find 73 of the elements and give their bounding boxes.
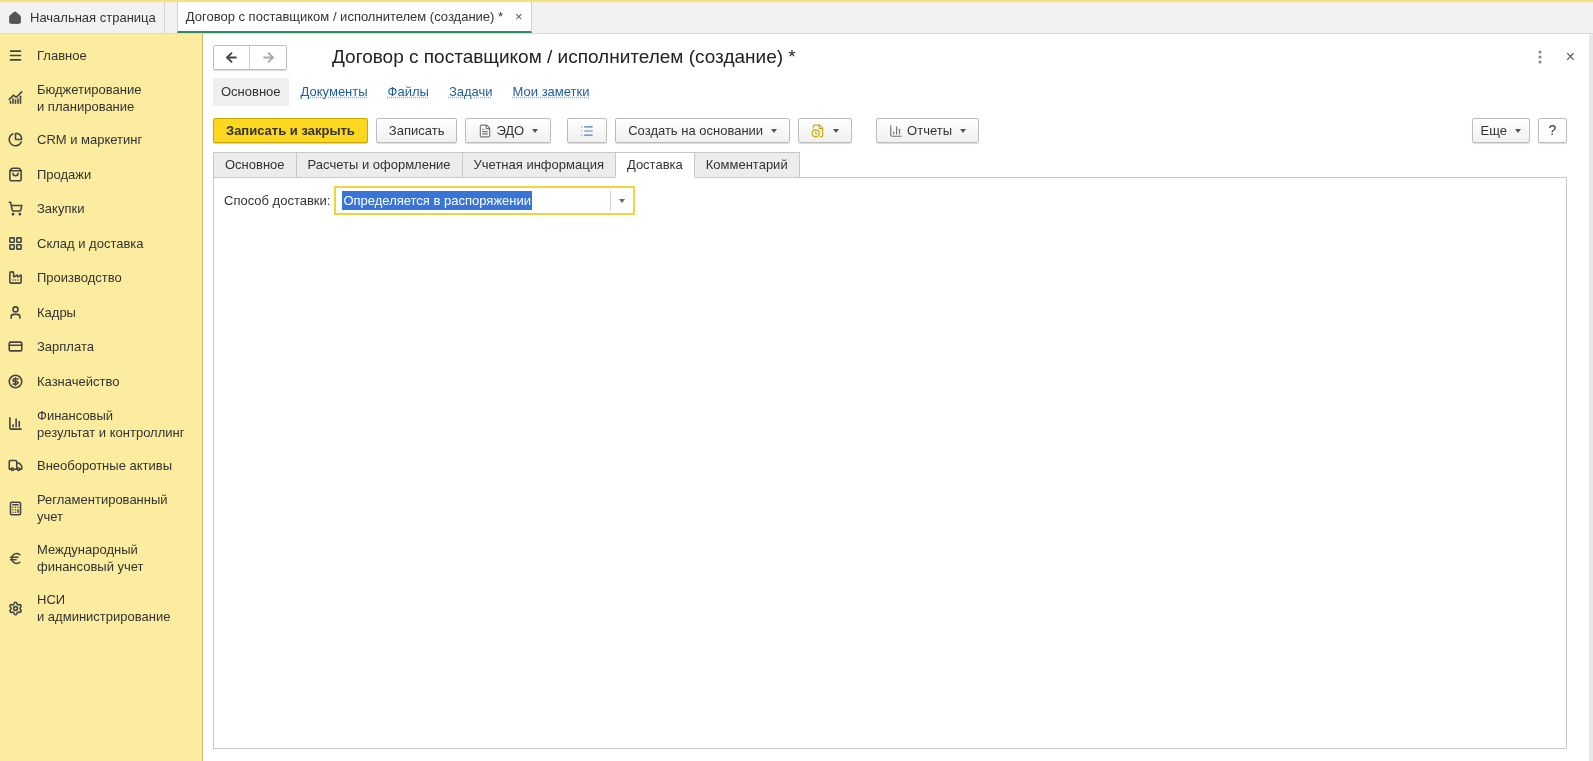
caret-icon xyxy=(960,128,967,133)
edo-button[interactable]: ЭДО xyxy=(465,118,552,143)
window-title: Договор с поставщиком / исполнителем (создание) * xyxy=(332,44,796,69)
section-icon xyxy=(8,270,23,286)
section-icon xyxy=(8,90,23,105)
reports-button[interactable]: Отчеты xyxy=(876,118,980,143)
sidebar-item[interactable]: Производство xyxy=(37,269,122,287)
caret-icon xyxy=(532,128,539,133)
delivery-method-field[interactable]: Определяется в распоряжении xyxy=(334,186,636,215)
form-tab[interactable]: Учетная информация xyxy=(461,152,616,178)
report-icon xyxy=(889,123,904,138)
save-button[interactable]: Записать xyxy=(375,118,458,143)
form-tab[interactable]: Основное xyxy=(213,152,297,178)
list-button[interactable] xyxy=(567,118,608,143)
nav-link[interactable]: Мои заметки xyxy=(504,78,598,106)
sidebar-item[interactable]: Зарплата xyxy=(37,338,94,356)
field-label: Способ доставки: xyxy=(224,191,331,210)
sidebar-item[interactable]: Бюджетирование и планирование xyxy=(37,80,142,115)
sidebar-item[interactable]: Международный финансовый учет xyxy=(37,541,144,575)
section-icon xyxy=(8,304,23,320)
close-icon[interactable]: × xyxy=(515,6,523,27)
save-close-button[interactable]: Записать и закрыть xyxy=(213,118,368,143)
form-tab[interactable]: Доставка xyxy=(614,152,695,178)
section-icon xyxy=(8,458,23,474)
section-icon xyxy=(8,339,23,355)
section-icon xyxy=(8,500,23,516)
tab-label: Договор с поставщиком / исполнителем (создание) * xyxy=(185,7,504,26)
nav-link[interactable]: Файлы xyxy=(379,78,437,106)
nav-link[interactable]: Задачи xyxy=(440,78,501,106)
caret-icon xyxy=(1515,128,1521,133)
more-options-icon[interactable] xyxy=(1537,50,1542,64)
nav-link[interactable]: Документы xyxy=(292,78,376,106)
field-value: Определяется в распоряжении xyxy=(342,190,532,211)
sidebar-item[interactable]: Финансовый результат и контроллинг xyxy=(37,406,185,441)
top-tab[interactable]: Договор с поставщиком / исполнителем (создание) * × xyxy=(176,2,532,33)
back-button[interactable] xyxy=(214,45,250,69)
create-based-on-button[interactable]: Создать на основании xyxy=(615,118,791,143)
list-icon xyxy=(580,123,595,138)
sidebar-item[interactable]: Склад и доставка xyxy=(37,234,144,252)
form-tab[interactable]: Расчеты и оформление xyxy=(295,152,463,178)
caret-icon xyxy=(771,128,778,133)
sidebar-item[interactable]: Внеоборотные активы xyxy=(37,457,172,475)
section-icon xyxy=(8,235,23,251)
section-icon xyxy=(8,373,23,389)
document-menu-button[interactable] xyxy=(798,118,853,143)
sidebar-item[interactable]: Главное xyxy=(37,46,87,64)
home-icon xyxy=(8,10,22,25)
nav-link[interactable]: Основное xyxy=(213,78,289,106)
more-button[interactable]: Еще xyxy=(1471,118,1530,143)
tab-label: Начальная страница xyxy=(30,8,156,27)
section-icon xyxy=(8,47,23,63)
section-icon xyxy=(8,550,23,566)
sidebar-item[interactable]: Закупки xyxy=(37,200,85,218)
close-icon[interactable]: × xyxy=(1565,45,1575,69)
help-button[interactable]: ? xyxy=(1538,118,1567,143)
sidebar-item[interactable]: CRM и маркетинг xyxy=(37,131,143,149)
sidebar-item[interactable]: Кадры xyxy=(37,303,76,321)
section-icon xyxy=(8,416,23,431)
document-icon xyxy=(478,123,493,138)
section-icon xyxy=(8,201,23,217)
section-icon xyxy=(8,600,23,616)
forward-arrow-icon xyxy=(260,49,276,65)
section-icon xyxy=(8,166,23,182)
top-tab[interactable]: Начальная страница xyxy=(0,2,165,33)
form-tab[interactable]: Комментарий xyxy=(693,152,800,178)
sidebar-item[interactable]: Казначейство xyxy=(37,372,120,390)
section-icon xyxy=(8,132,23,148)
document-clock-icon xyxy=(811,123,826,138)
sidebar-item[interactable]: НСИ и администрирование xyxy=(37,591,171,625)
caret-icon xyxy=(833,128,840,133)
sidebar-item[interactable]: Регламентированный учет xyxy=(37,491,168,525)
dropdown-caret-icon[interactable] xyxy=(619,198,626,203)
sidebar-item[interactable]: Продажи xyxy=(37,165,92,183)
